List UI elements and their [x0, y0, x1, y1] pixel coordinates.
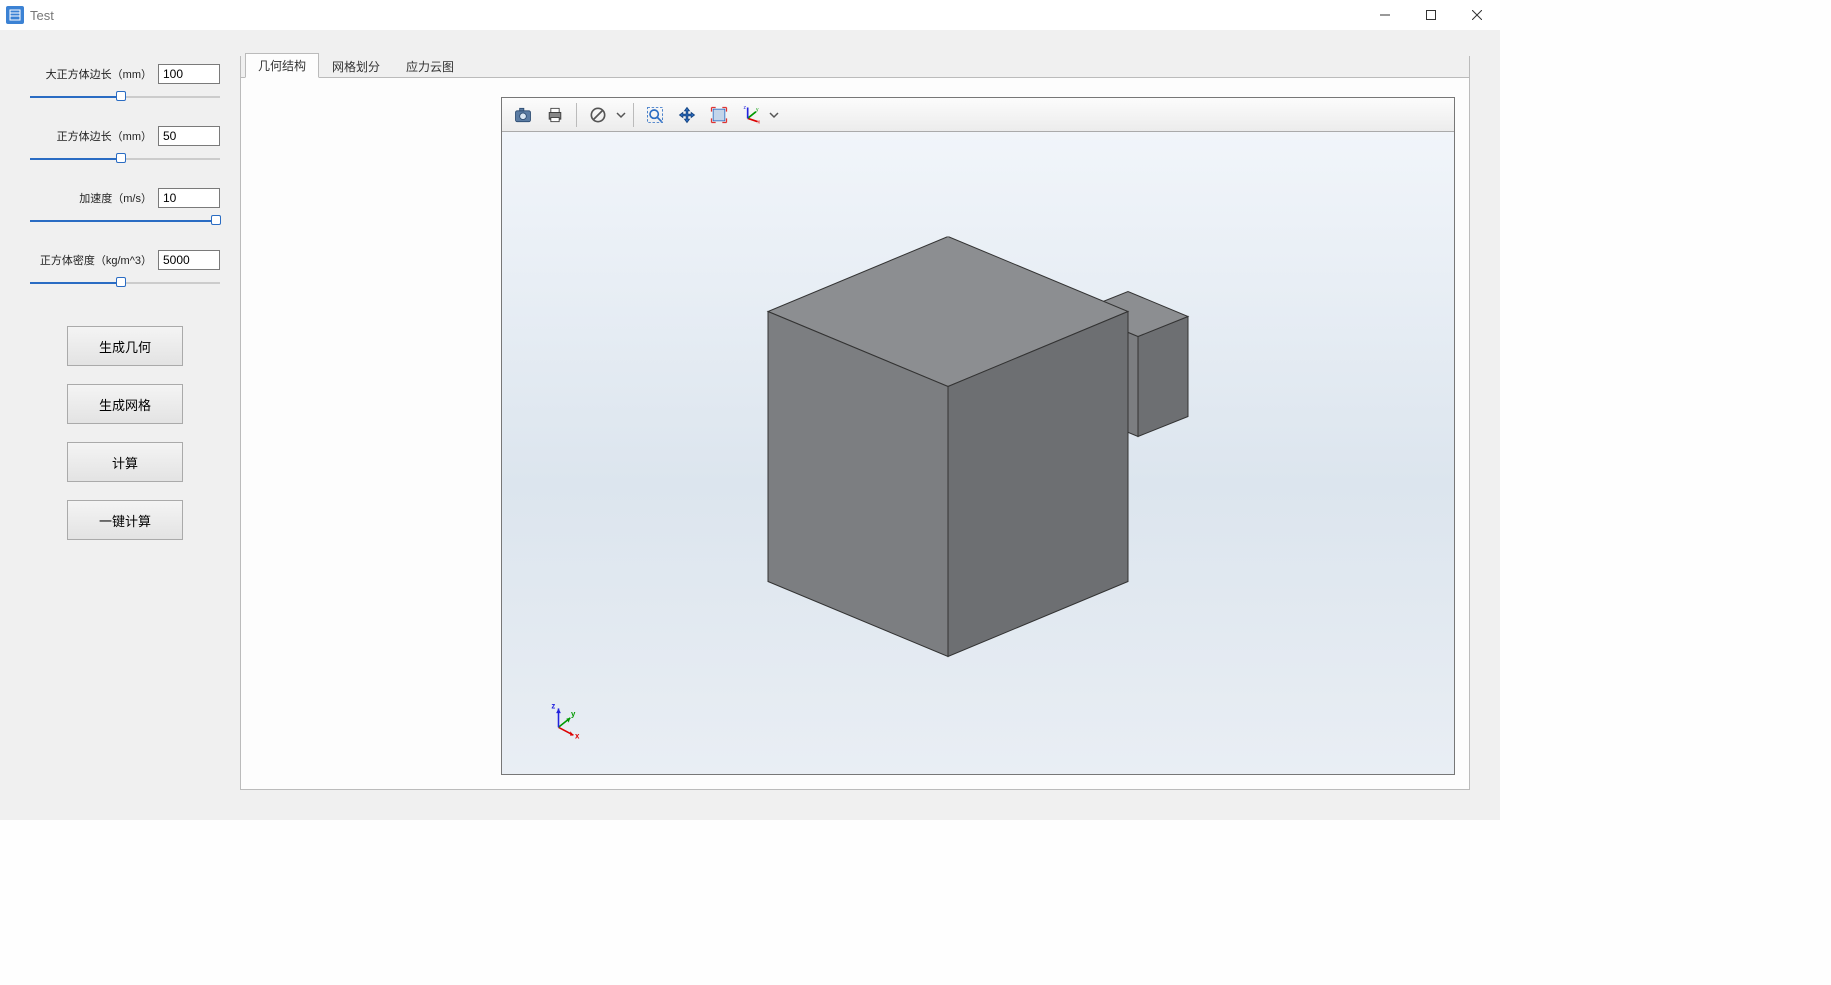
fit-icon[interactable]	[704, 101, 734, 129]
param-label: 正方体边长（mm）	[30, 128, 152, 144]
svg-text:x: x	[758, 119, 761, 125]
zoom-box-icon[interactable]	[640, 101, 670, 129]
viewport-frame: x y z	[501, 97, 1455, 775]
param-slider[interactable]	[30, 152, 220, 166]
chevron-down-icon[interactable]	[615, 105, 627, 125]
toolbar-separator	[633, 103, 634, 127]
window-title: Test	[30, 8, 54, 23]
tab-mesh[interactable]: 网格划分	[319, 54, 393, 78]
param-input[interactable]	[158, 250, 220, 270]
axis-z-label: z	[551, 701, 555, 710]
param-label: 正方体密度（kg/m^3）	[30, 252, 152, 268]
toolbar-separator	[576, 103, 577, 127]
close-button[interactable]	[1454, 0, 1500, 30]
param-input[interactable]	[158, 126, 220, 146]
svg-text:y: y	[756, 106, 759, 112]
pan-icon[interactable]	[672, 101, 702, 129]
param-input[interactable]	[158, 188, 220, 208]
cancel-icon[interactable]	[583, 101, 613, 129]
param-label: 加速度（m/s）	[30, 190, 152, 206]
param-slider[interactable]	[30, 276, 220, 290]
axes-orient-icon[interactable]: x y z	[736, 101, 766, 129]
tab-strip: 几何结构网格划分应力云图	[241, 56, 1469, 78]
titlebar: Test	[0, 0, 1500, 30]
minimize-button[interactable]	[1362, 0, 1408, 30]
viewport-toolbar: x y z	[502, 98, 1454, 132]
param-row: 加速度（m/s）	[30, 188, 220, 228]
print-icon[interactable]	[540, 101, 570, 129]
parameter-panel: 大正方体边长（mm） 正方体边长（mm） 加速度（m/s） 正方体密度（kg	[30, 56, 220, 790]
viewport-3d[interactable]: x y z	[502, 132, 1454, 774]
param-row: 正方体密度（kg/m^3）	[30, 250, 220, 290]
axis-x-label: x	[575, 731, 580, 740]
param-row: 大正方体边长（mm）	[30, 64, 220, 104]
tab-geom[interactable]: 几何结构	[245, 53, 319, 78]
camera-icon[interactable]	[508, 101, 538, 129]
one-click-compute-button[interactable]: 一键计算	[67, 500, 183, 540]
app-icon	[6, 6, 24, 24]
generate-geometry-button[interactable]: 生成几何	[67, 326, 183, 366]
tab-stress[interactable]: 应力云图	[393, 54, 467, 78]
param-label: 大正方体边长（mm）	[30, 66, 152, 82]
main-view-panel: 几何结构网格划分应力云图 x y z	[240, 56, 1470, 790]
chevron-down-icon[interactable]	[768, 105, 780, 125]
svg-text:z: z	[744, 105, 747, 111]
axes-triad: x y z	[542, 699, 586, 746]
compute-button[interactable]: 计算	[67, 442, 183, 482]
param-input[interactable]	[158, 64, 220, 84]
maximize-button[interactable]	[1408, 0, 1454, 30]
axis-y-label: y	[571, 709, 576, 718]
generate-mesh-button[interactable]: 生成网格	[67, 384, 183, 424]
geometry-render	[758, 237, 1198, 670]
app-window: Test 大正方体边长（mm） 正方体边长（mm） 加速度（m/s）	[0, 0, 1500, 820]
param-row: 正方体边长（mm）	[30, 126, 220, 166]
param-slider[interactable]	[30, 90, 220, 104]
param-slider[interactable]	[30, 214, 220, 228]
